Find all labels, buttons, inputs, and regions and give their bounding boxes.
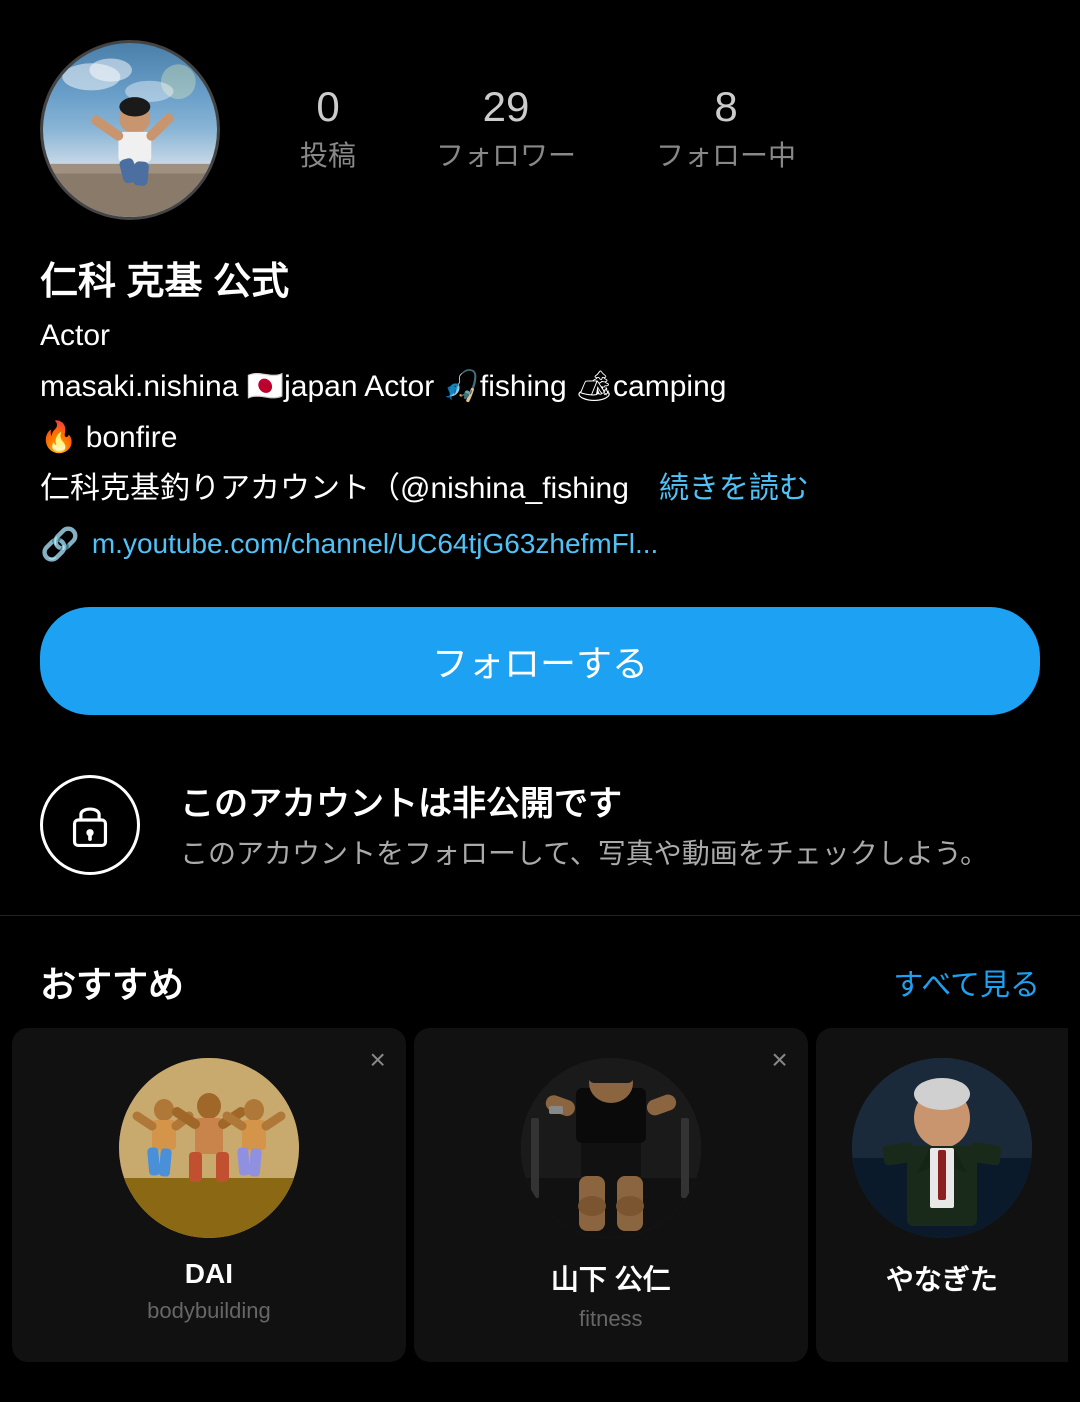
profile-link[interactable]: m.youtube.com/channel/UC64tjG63zhefmFl..… bbox=[92, 528, 658, 560]
posts-label: 投稿 bbox=[300, 134, 356, 174]
follow-button[interactable]: フォローする bbox=[40, 607, 1040, 715]
divider bbox=[0, 915, 1080, 916]
avatar-illustration bbox=[43, 40, 217, 220]
suggestion-card-yamashita: × bbox=[414, 1028, 808, 1362]
suggestion-sub-dai: bodybuilding bbox=[147, 1298, 271, 1324]
followers-count: 29 bbox=[483, 86, 530, 128]
suggestion-sub-yamashita: fitness bbox=[579, 1306, 643, 1332]
yamashita-avatar-illustration bbox=[521, 1058, 701, 1238]
suggestions-row: × bbox=[0, 1028, 1080, 1402]
dai-avatar-illustration bbox=[119, 1058, 299, 1238]
private-notice: このアカウントは非公開です このアカウントをフォローして、写真や動画をチェックし… bbox=[40, 775, 1040, 875]
yanagita-avatar-illustration bbox=[852, 1058, 1032, 1238]
read-more-link[interactable]: 続きを読む bbox=[659, 472, 809, 505]
suggestion-avatar-yamashita bbox=[521, 1058, 701, 1238]
display-name: 仁科 克基 公式 bbox=[40, 250, 1040, 305]
suggestion-name-dai: DAI bbox=[185, 1258, 233, 1290]
posts-count: 0 bbox=[316, 86, 339, 128]
suggestion-card-yanagita: やなぎた bbox=[816, 1028, 1068, 1362]
stat-following[interactable]: 8 フォロー中 bbox=[656, 86, 796, 174]
lock-icon bbox=[65, 800, 115, 850]
stat-posts[interactable]: 0 投稿 bbox=[300, 86, 356, 174]
bio-link-row[interactable]: 🔗 m.youtube.com/channel/UC64tjG63zhefmFl… bbox=[40, 525, 1040, 563]
suggestions-title: おすすめ bbox=[40, 956, 184, 1008]
private-desc: このアカウントをフォローして、写真や動画をチェックしよう。 bbox=[180, 833, 988, 875]
followers-label: フォロワー bbox=[436, 134, 576, 174]
bio-section: 仁科 克基 公式 Actor masaki.nishina 🇯🇵japan Ac… bbox=[0, 240, 1080, 607]
suggestion-avatar-yanagita bbox=[852, 1058, 1032, 1238]
bio-account[interactable]: 仁科克基釣りアカウント（@nishina_fishing 続きを読む bbox=[40, 466, 1040, 511]
stats-area: 0 投稿 29 フォロワー 8 フォロー中 bbox=[300, 86, 796, 174]
following-count: 8 bbox=[714, 86, 737, 128]
private-text: このアカウントは非公開です このアカウントをフォローして、写真や動画をチェックし… bbox=[180, 776, 988, 875]
bio-bonfire: 🔥 bonfire bbox=[40, 415, 1040, 460]
follow-button-wrap: フォローする bbox=[0, 607, 1080, 755]
stat-followers[interactable]: 29 フォロワー bbox=[436, 86, 576, 174]
suggestions-header: おすすめ すべて見る bbox=[0, 926, 1080, 1028]
dismiss-dai-button[interactable]: × bbox=[369, 1044, 385, 1076]
lock-circle bbox=[40, 775, 140, 875]
avatar bbox=[40, 40, 220, 220]
see-all-button[interactable]: すべて見る bbox=[893, 960, 1040, 1004]
bio-actor: Actor bbox=[40, 313, 1040, 358]
private-title: このアカウントは非公開です bbox=[180, 776, 988, 825]
link-icon: 🔗 bbox=[40, 525, 80, 563]
profile-header: 0 投稿 29 フォロワー 8 フォロー中 bbox=[0, 0, 1080, 240]
suggestion-name-yanagita: やなぎた bbox=[886, 1258, 998, 1298]
bio-interests: masaki.nishina 🇯🇵japan Actor 🎣fishing 🏕c… bbox=[40, 364, 1040, 409]
dismiss-yamashita-button[interactable]: × bbox=[771, 1044, 787, 1076]
suggestion-card-dai: × bbox=[12, 1028, 406, 1362]
following-label: フォロー中 bbox=[656, 134, 796, 174]
suggestion-name-yamashita: 山下 公仁 bbox=[551, 1258, 671, 1298]
suggestion-avatar-dai bbox=[119, 1058, 299, 1238]
